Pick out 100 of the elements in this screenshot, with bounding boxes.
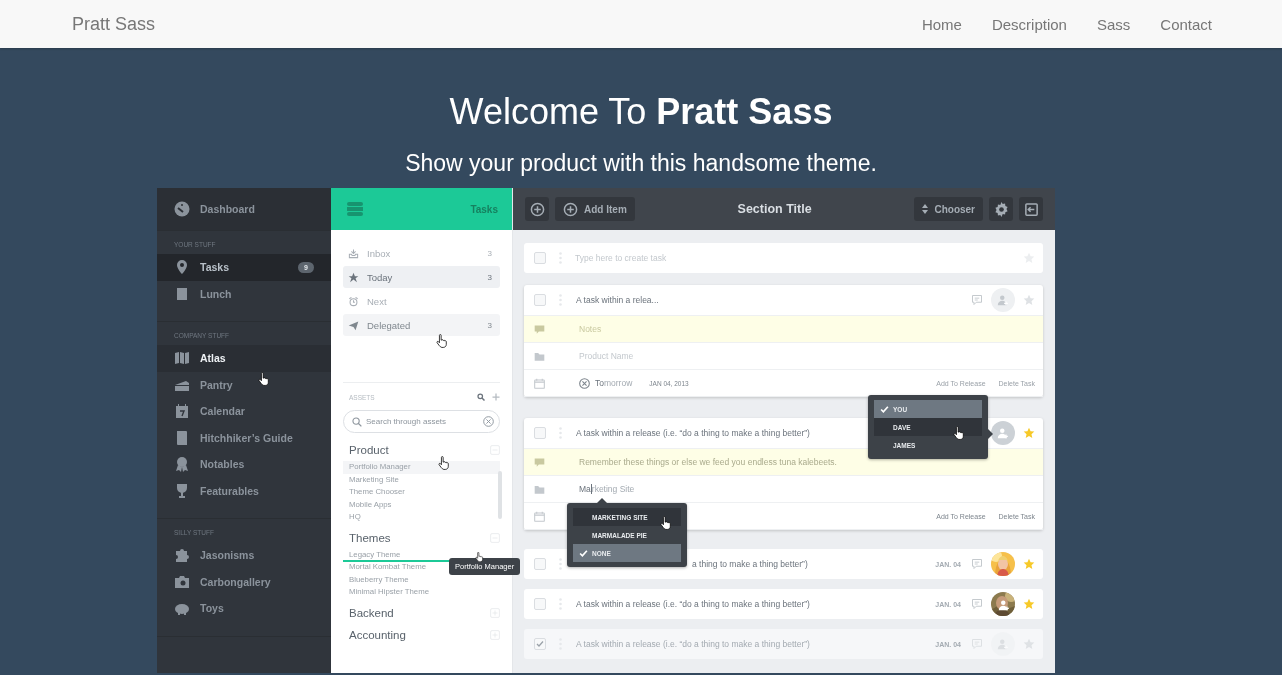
nav-link[interactable]: Contact bbox=[1160, 15, 1212, 33]
date-field[interactable]: Tomorrow bbox=[595, 378, 633, 388]
star-icon[interactable] bbox=[1023, 558, 1035, 570]
sort-arrows-icon bbox=[922, 204, 929, 214]
trophy-icon bbox=[174, 482, 190, 499]
hero-subtitle: Show your product with this handsome theme. bbox=[405, 149, 877, 177]
notes-field[interactable]: Notes bbox=[579, 324, 1035, 334]
hand-cursor-icon bbox=[953, 426, 965, 440]
checkbox[interactable] bbox=[534, 427, 546, 439]
sidebar-item[interactable]: Atlas bbox=[157, 345, 331, 372]
star-icon[interactable] bbox=[1023, 598, 1035, 610]
comment-icon[interactable] bbox=[971, 598, 983, 610]
assign-button[interactable] bbox=[991, 288, 1015, 312]
exit-button[interactable] bbox=[1019, 197, 1043, 221]
comment-icon bbox=[534, 323, 545, 335]
paper-plane-icon bbox=[348, 319, 359, 331]
sidebar-item[interactable]: Notables bbox=[157, 451, 331, 478]
filter-item[interactable]: Inbox 3 bbox=[343, 242, 500, 264]
calendar-icon bbox=[534, 510, 545, 522]
item-count: 3 bbox=[487, 320, 492, 330]
notes-row[interactable]: Notes bbox=[524, 316, 1043, 343]
plus-circle-icon bbox=[563, 201, 578, 217]
sidebar-item[interactable]: Featurables bbox=[157, 477, 331, 504]
sidebar-item[interactable]: Carbongallery bbox=[157, 568, 331, 595]
folder-icon bbox=[534, 350, 545, 362]
inbox-tray-icon bbox=[348, 247, 359, 259]
hero-title: Welcome To Pratt Sass bbox=[449, 92, 833, 132]
checkbox[interactable] bbox=[534, 558, 546, 570]
stack-icon bbox=[346, 201, 364, 217]
settings-button[interactable] bbox=[989, 197, 1013, 221]
sidebar-item[interactable]: Hitchhiker’s Guide bbox=[157, 424, 331, 451]
task-title: A task within a release (i.e. “do a thing to make a thing better”) bbox=[576, 639, 810, 649]
check-icon bbox=[880, 404, 889, 414]
add-user-icon bbox=[997, 294, 1009, 306]
award-icon bbox=[174, 456, 190, 473]
gauge-icon bbox=[174, 201, 190, 217]
comment-icon[interactable] bbox=[971, 294, 983, 306]
item-count: 3 bbox=[487, 272, 492, 282]
filter-item[interactable]: Next bbox=[343, 290, 500, 312]
assign-button[interactable] bbox=[991, 421, 1015, 445]
group-heading: Product bbox=[349, 444, 389, 456]
chooser-button[interactable]: Chooser bbox=[914, 197, 983, 221]
brand-link[interactable]: Pratt Sass bbox=[72, 13, 156, 35]
hand-cursor-icon bbox=[258, 372, 270, 386]
comment-icon[interactable] bbox=[971, 638, 983, 650]
task-title: A task within a release (i.e. “do a thing to make a thing better”) bbox=[576, 428, 810, 438]
sidebar-item[interactable]: Toys bbox=[157, 595, 331, 622]
settings-icon bbox=[993, 201, 1009, 217]
panel-title: Tasks bbox=[470, 203, 498, 215]
star-icon bbox=[348, 271, 359, 283]
assign-button[interactable] bbox=[991, 632, 1015, 656]
add-user-icon bbox=[998, 599, 1010, 611]
nav-link[interactable]: Home bbox=[921, 15, 962, 33]
puzzle-icon bbox=[174, 547, 190, 564]
hand-cursor-icon bbox=[438, 456, 450, 470]
star-icon[interactable] bbox=[1023, 427, 1035, 439]
filter-item[interactable]: Today 3 bbox=[343, 266, 500, 288]
checkbox[interactable] bbox=[534, 638, 546, 650]
task-title: A task within a relea... bbox=[576, 295, 659, 305]
hand-cursor-icon bbox=[436, 334, 448, 348]
group-heading: Accounting bbox=[349, 628, 406, 641]
item-count: 3 bbox=[487, 248, 492, 258]
filter-item[interactable]: Delegated 3 bbox=[343, 314, 500, 336]
group-heading: Themes bbox=[349, 531, 391, 544]
hand-cursor-icon bbox=[660, 516, 672, 530]
map-pin-icon bbox=[174, 259, 190, 276]
sidebar-item[interactable]: Calendar bbox=[157, 398, 331, 425]
clear-icon bbox=[483, 416, 494, 427]
folder-icon bbox=[534, 483, 545, 495]
dashboard-link[interactable]: Dashboard bbox=[157, 188, 331, 231]
add-item-button[interactable]: Add Item bbox=[555, 197, 635, 221]
checkbox[interactable] bbox=[534, 294, 546, 306]
calendar-icon bbox=[534, 377, 545, 389]
comment-icon bbox=[534, 456, 545, 468]
search-icon bbox=[352, 416, 362, 427]
calendar-icon bbox=[174, 403, 190, 420]
search-icon[interactable] bbox=[477, 393, 485, 401]
task-title: a thing to make a thing better”) bbox=[691, 559, 808, 569]
sidebar-item[interactable]: Lunch bbox=[157, 280, 331, 307]
square-icon bbox=[174, 285, 190, 302]
scrollbar[interactable] bbox=[498, 471, 502, 519]
notes-text: Remember these things or else we feed you endless tuna kalebeets. bbox=[579, 457, 837, 467]
comment-icon[interactable] bbox=[971, 558, 983, 570]
sidebar-item[interactable]: Pantry bbox=[157, 371, 331, 398]
nav-link[interactable]: Sass bbox=[1096, 15, 1131, 33]
plus-icon[interactable] bbox=[492, 393, 500, 401]
exit-icon bbox=[1023, 201, 1039, 217]
product-field[interactable]: Marketing Site bbox=[579, 484, 635, 494]
add-button[interactable] bbox=[525, 197, 549, 221]
checkbox[interactable] bbox=[534, 252, 546, 264]
plus-circle-icon bbox=[529, 201, 545, 217]
sidebar-item[interactable]: Jasonisms bbox=[157, 542, 331, 569]
hand-cursor-icon bbox=[475, 552, 484, 562]
star-icon[interactable] bbox=[1023, 294, 1035, 306]
clear-icon[interactable] bbox=[579, 377, 590, 389]
section-title: Section Title bbox=[736, 202, 813, 216]
group-heading: Backend bbox=[349, 606, 394, 619]
nav-link[interactable]: Description bbox=[991, 15, 1067, 33]
task-title: A task within a release (i.e. “do a thing to make a thing better”) bbox=[576, 599, 810, 609]
checkbox[interactable] bbox=[534, 598, 546, 610]
